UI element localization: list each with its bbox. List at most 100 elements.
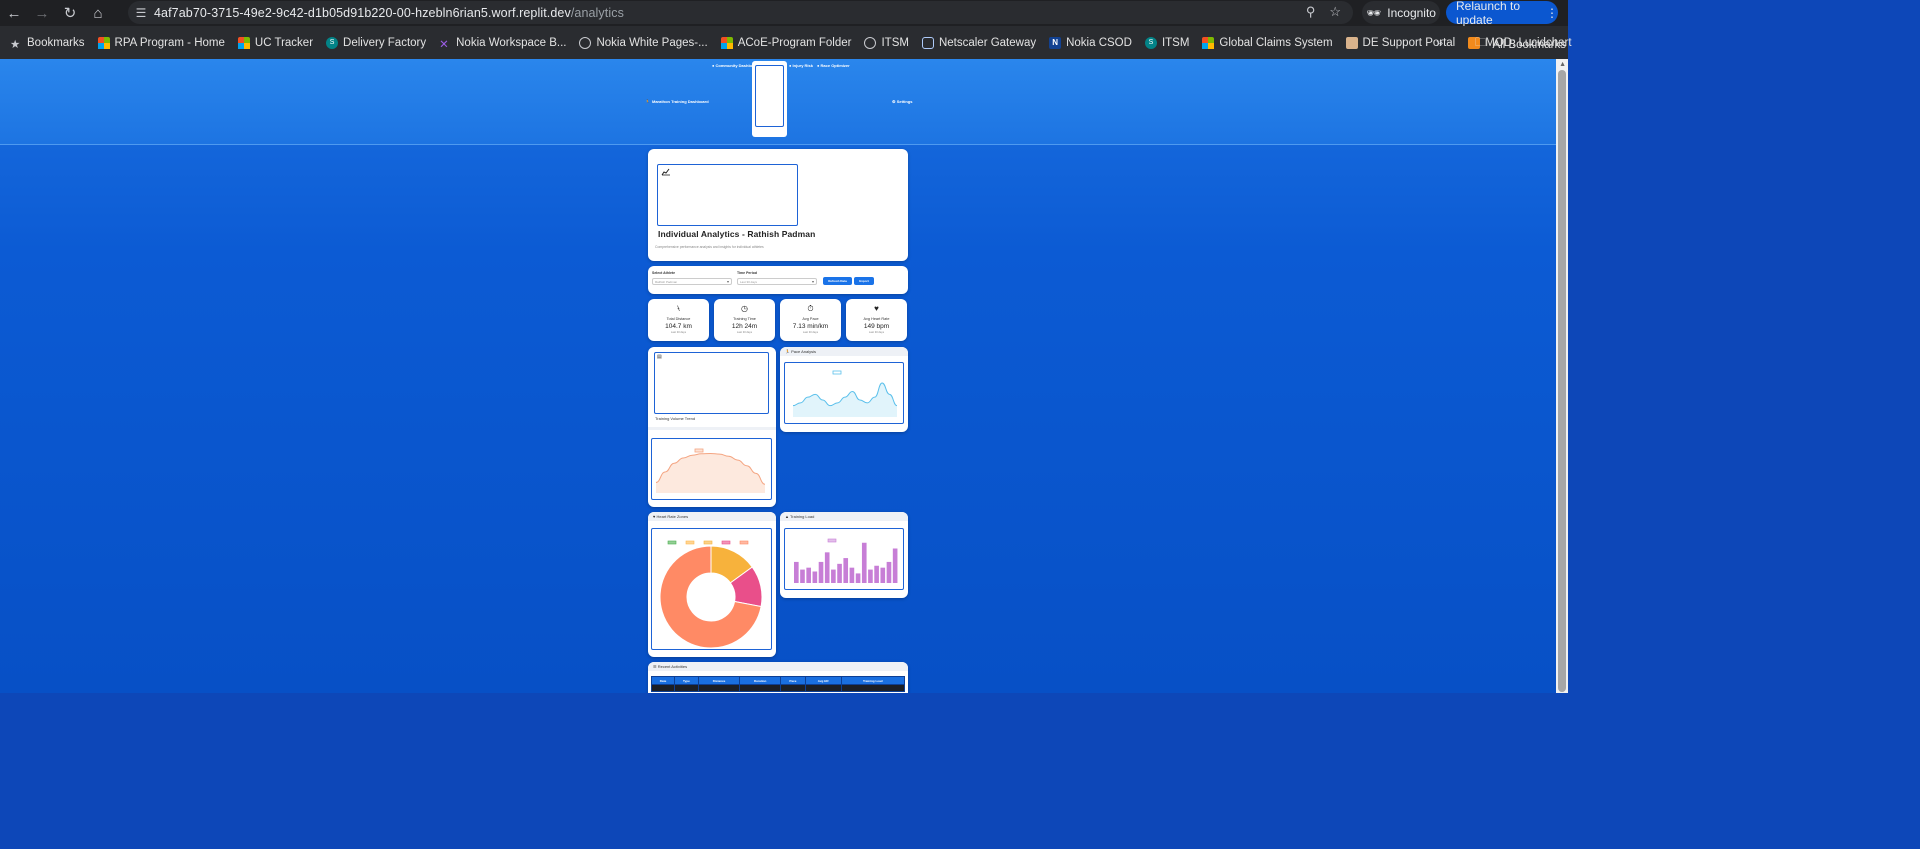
table-row[interactable] bbox=[650, 684, 906, 692]
table-cell bbox=[804, 684, 842, 692]
table-cell bbox=[840, 684, 906, 692]
dumbbell-icon: ▲ bbox=[785, 514, 789, 519]
volume-title: Training Volume Trend bbox=[655, 416, 696, 421]
bookmark-11[interactable]: Global Claims System bbox=[1202, 36, 1333, 49]
bookmarks-bar: ★ Bookmarks RPA Program - Home UC Tracker S D… bbox=[0, 26, 1572, 59]
scroll-thumb[interactable] bbox=[1558, 70, 1566, 692]
zoom-icon[interactable]: ⚲ bbox=[1306, 4, 1316, 20]
clock-icon: ◷ bbox=[741, 304, 748, 313]
period-select[interactable]: Last 30 days bbox=[737, 278, 817, 285]
stat-value: 12h 24m bbox=[731, 323, 758, 330]
load-bar bbox=[892, 548, 898, 583]
chart-line-icon bbox=[661, 168, 670, 176]
column-header[interactable]: Training Load bbox=[840, 676, 906, 685]
forward-button[interactable]: → bbox=[28, 0, 56, 26]
load-bar bbox=[794, 561, 799, 583]
bookmark-label: Global Claims System bbox=[1219, 36, 1333, 49]
home-button[interactable]: ⌂ bbox=[84, 0, 112, 26]
page-scrollbar[interactable]: ▲ bbox=[1556, 59, 1568, 693]
speedometer-icon: ⏱ bbox=[807, 304, 814, 313]
microsoft-icon bbox=[97, 36, 110, 49]
incognito-indicator[interactable]: 🕶 Incognito bbox=[1362, 1, 1440, 24]
bookmark-7[interactable]: ITSM bbox=[864, 36, 909, 49]
bookmark-6[interactable]: ACoE-Program Folder bbox=[720, 36, 851, 49]
stat-card-avg-pace: ⏱ Avg Pace 7.13 min/km Last 30 days bbox=[780, 299, 841, 341]
stat-value: 7.13 min/km bbox=[792, 323, 829, 330]
column-header[interactable]: Distance bbox=[697, 676, 741, 685]
reload-button[interactable]: ↻ bbox=[56, 0, 84, 26]
nav-settings[interactable]: ⚙ Settings bbox=[892, 99, 913, 104]
hr-legend-swatch-4 bbox=[721, 540, 731, 545]
filter-card: Select Athlete Rathish Padman Time Perio… bbox=[648, 266, 908, 294]
stat-sub: Last 30 days bbox=[736, 331, 753, 334]
sharepoint-icon: S bbox=[326, 36, 339, 49]
people-icon: ● bbox=[712, 63, 715, 68]
bookmark-8[interactable]: Netscaler Gateway bbox=[921, 36, 1036, 49]
bookmark-10[interactable]: S ITSM bbox=[1144, 36, 1189, 49]
column-header[interactable]: Duration bbox=[739, 676, 782, 685]
nav-right: ● Injury Risk ● Race Optimizer bbox=[789, 63, 850, 68]
stat-label: Avg Heart Rate bbox=[863, 317, 890, 321]
scroll-up-arrow[interactable]: ▲ bbox=[1559, 61, 1566, 68]
mobile-menu-panel[interactable] bbox=[752, 61, 787, 137]
column-header[interactable]: Type bbox=[674, 676, 699, 685]
training-volume-card: ▤ Training Volume Trend bbox=[648, 347, 776, 507]
load-bar-chart bbox=[794, 538, 898, 583]
nokia-icon: ✕ bbox=[439, 38, 449, 51]
bookmark-star-icon[interactable]: ☆ bbox=[1329, 4, 1341, 20]
bookmark-2[interactable]: UC Tracker bbox=[237, 36, 314, 49]
activities-table: Date Type Distance Duration Pace Avg HR Traini… bbox=[650, 676, 906, 692]
athlete-select[interactable]: Rathish Padman bbox=[652, 278, 732, 285]
hr-legend-swatch-1 bbox=[667, 540, 677, 545]
pace-panel-header: 🏃 Pace Analysis bbox=[780, 347, 908, 356]
load-bar bbox=[874, 565, 879, 583]
nav-injury-risk[interactable]: ● Injury Risk bbox=[789, 63, 813, 68]
menu-kebab-icon[interactable]: ⋮ bbox=[1546, 6, 1558, 20]
refresh-data-button[interactable]: Refresh Data bbox=[823, 277, 852, 285]
bookmark-label: Bookmarks bbox=[27, 36, 85, 49]
stat-label: Avg Pace bbox=[802, 317, 819, 321]
load-bar bbox=[849, 567, 855, 583]
more-bookmarks-icon[interactable]: » bbox=[1436, 35, 1443, 50]
heart-pulse-icon: ♥ bbox=[874, 304, 879, 313]
bookmark-4[interactable]: ✕ Nokia Workspace B... bbox=[439, 37, 566, 51]
bookmark-label: UC Tracker bbox=[254, 36, 314, 49]
all-bookmarks-label: All Bookmarks bbox=[1492, 38, 1567, 51]
title-banner-frame bbox=[657, 164, 798, 226]
load-bar bbox=[824, 552, 830, 583]
bookmark-9[interactable]: N Nokia CSOD bbox=[1049, 36, 1132, 49]
bookmark-label: Delivery Factory bbox=[343, 36, 427, 49]
bookmark-label: Nokia CSOD bbox=[1066, 36, 1132, 49]
export-button[interactable]: Export bbox=[854, 277, 874, 285]
all-bookmarks[interactable]: 🗀 All Bookmarks bbox=[1475, 35, 1566, 54]
back-button[interactable]: ← bbox=[0, 0, 28, 26]
microsoft-icon bbox=[1202, 36, 1215, 49]
site-info-icon[interactable]: ☰ bbox=[128, 6, 154, 20]
table-cell bbox=[674, 684, 699, 692]
load-bar bbox=[831, 569, 836, 583]
elevation-chart-frame bbox=[651, 438, 772, 500]
brand[interactable]: 🏃 Marathon Training Dashboard bbox=[645, 99, 709, 104]
browser-toolbar: ← → ↻ ⌂ ☰ 4af7ab70-3715-49e2-9c42-d1b05d… bbox=[0, 0, 1568, 27]
bookmark-5[interactable]: Nokia White Pages-... bbox=[579, 36, 708, 49]
column-header[interactable]: Avg HR bbox=[804, 676, 842, 685]
stat-card-avg-heart-rate: ♥ Avg Heart Rate 149 bpm Last 30 days bbox=[846, 299, 907, 341]
bookmark-1[interactable]: RPA Program - Home bbox=[97, 36, 225, 49]
route-icon: ⧷ bbox=[677, 304, 680, 313]
column-header[interactable]: Date bbox=[650, 676, 676, 685]
elevation-area bbox=[656, 453, 765, 493]
column-header[interactable]: Pace bbox=[780, 676, 806, 685]
address-bar[interactable]: ☰ 4af7ab70-3715-49e2-9c42-d1b05d91b220-0… bbox=[128, 1, 1353, 24]
incognito-icon: 🕶 bbox=[1366, 5, 1382, 20]
load-panel-header: ▲ Training Load bbox=[780, 512, 908, 521]
nav-race-optimizer[interactable]: ● Race Optimizer bbox=[817, 63, 850, 68]
bookmark-label: Nokia White Pages-... bbox=[596, 36, 708, 49]
pace-analysis-card: 🏃 Pace Analysis bbox=[780, 347, 908, 432]
bookmark-3[interactable]: S Delivery Factory bbox=[326, 36, 427, 49]
page-subtitle: Comprehensive performance analysis and i… bbox=[655, 245, 764, 249]
hr-donut-chart bbox=[659, 540, 763, 648]
relaunch-button[interactable]: Relaunch to update ⋮ bbox=[1446, 0, 1558, 27]
recent-panel-header: ☰ Recent Activities bbox=[648, 662, 908, 671]
url-text[interactable]: 4af7ab70-3715-49e2-9c42-d1b05d91b220-00-… bbox=[154, 6, 624, 20]
bookmark-0[interactable]: ★ Bookmarks bbox=[10, 36, 85, 51]
